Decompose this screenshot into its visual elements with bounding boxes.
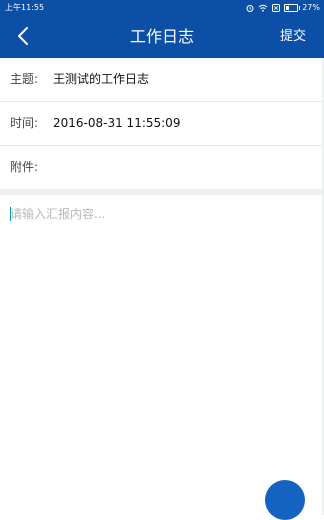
battery-level — [286, 5, 290, 10]
submit-button[interactable]: 提交 — [280, 15, 306, 58]
status-bar: 上午11:55 27% — [0, 0, 324, 15]
status-icons: 27% — [242, 0, 320, 15]
chevron-left-icon — [18, 27, 28, 45]
text-cursor — [10, 207, 11, 221]
subject-label: 主题: — [10, 72, 39, 86]
alarm-icon — [246, 4, 254, 12]
time-value: 2016-08-31 11:55:09 — [53, 116, 181, 130]
status-time: 上午11:55 — [5, 3, 45, 12]
battery-percent: 27% — [302, 3, 320, 12]
app-header: 上午11:55 27% 工作日志 提交 — [0, 0, 324, 58]
battery-icon — [284, 3, 301, 12]
back-button[interactable] — [8, 21, 38, 51]
time-row[interactable]: 时间: 2016-08-31 11:55:09 — [0, 102, 324, 146]
time-label: 时间: — [10, 116, 39, 130]
subject-row[interactable]: 主题: 王测试的工作日志 — [0, 58, 324, 102]
navigation-bar: 工作日志 提交 — [0, 15, 324, 58]
report-content-input[interactable] — [0, 195, 324, 495]
floating-action-button[interactable] — [265, 480, 305, 520]
sim-icon — [272, 3, 281, 12]
subject-value: 王测试的工作日志 — [53, 72, 150, 86]
attachment-label: 附件: — [10, 160, 39, 174]
log-form: 主题: 王测试的工作日志 时间: 2016-08-31 11:55:09 附件: — [0, 58, 324, 197]
wifi-icon — [258, 4, 268, 12]
attachment-row[interactable]: 附件: — [0, 146, 324, 189]
page-title: 工作日志 — [129, 27, 194, 46]
